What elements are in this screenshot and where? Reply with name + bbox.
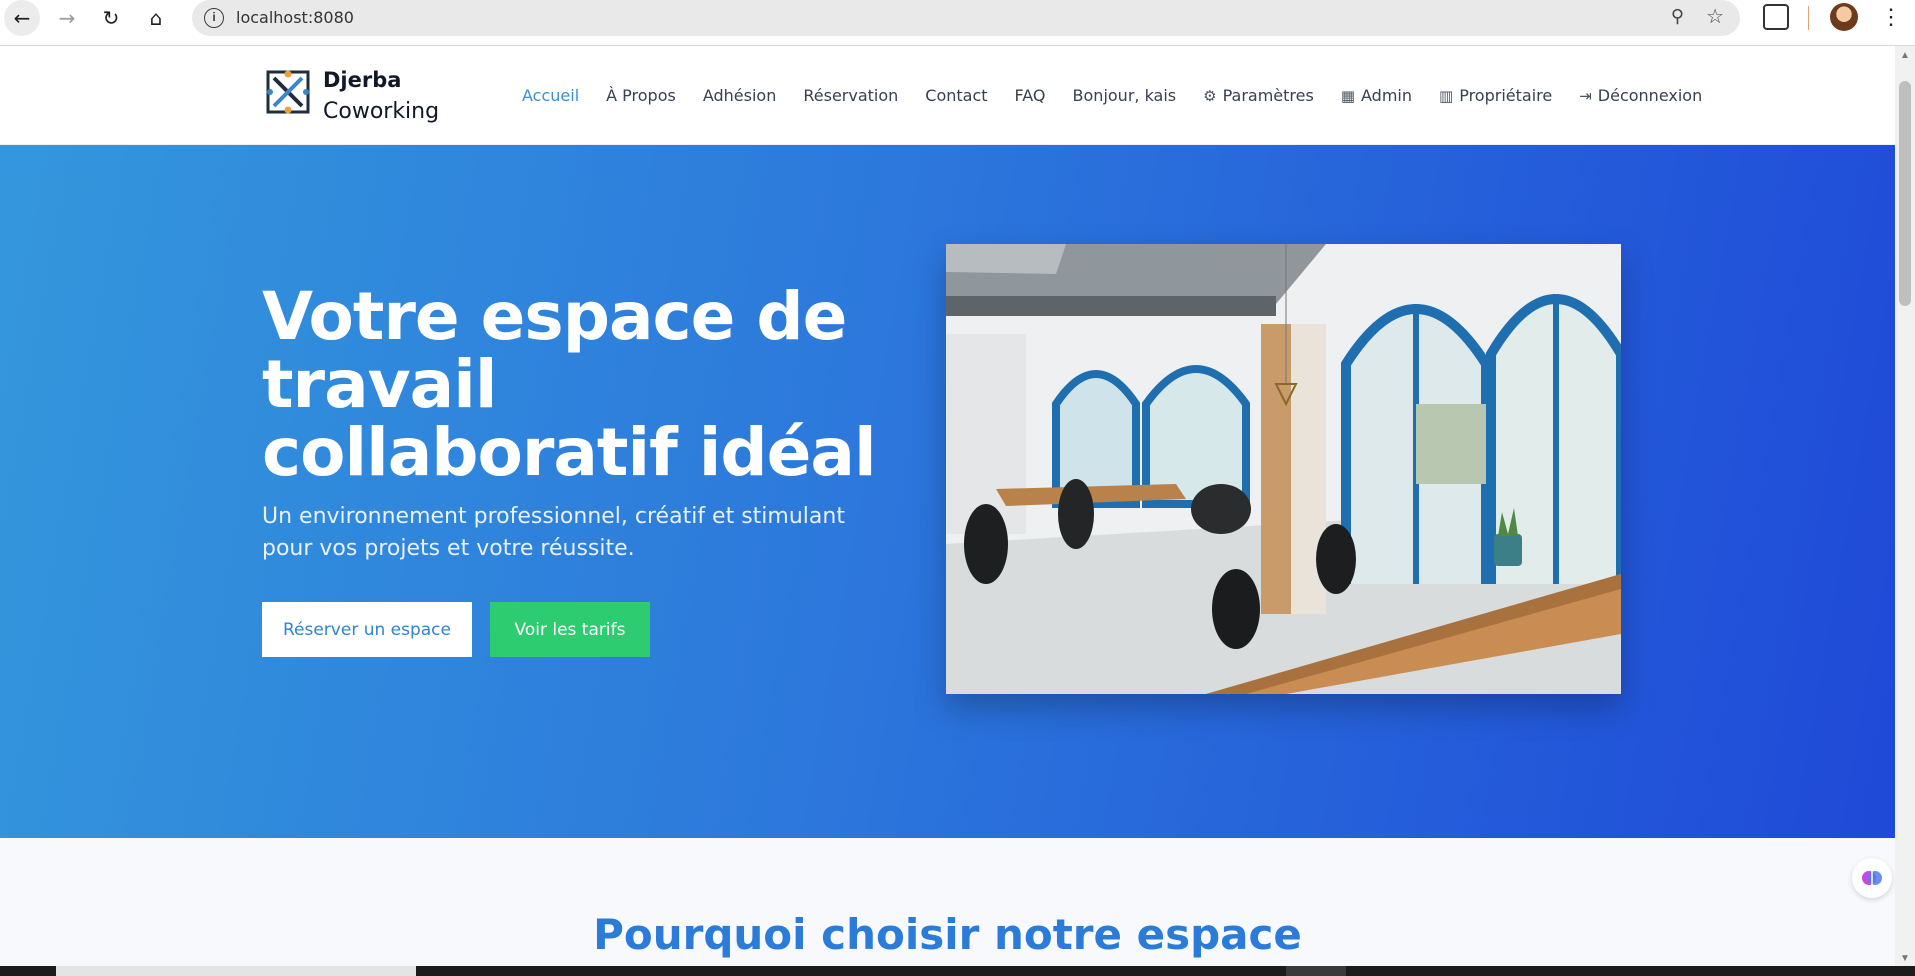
back-arrow-icon[interactable]: ← <box>4 0 40 36</box>
nav-label: Adhésion <box>702 86 777 105</box>
profile-avatar[interactable] <box>1830 3 1858 31</box>
nav-parametres[interactable]: ⚙ Paramètres <box>1203 86 1314 105</box>
scroll-thumb[interactable] <box>1899 81 1911 306</box>
brand-name[interactable]: Djerba <box>323 68 401 92</box>
nav-proprietaire[interactable]: ▥ Propriétaire <box>1439 86 1552 105</box>
toolbar-divider <box>1808 6 1809 30</box>
star-icon[interactable]: ☆ <box>1706 4 1724 29</box>
building-icon: ▥ <box>1439 86 1454 105</box>
scroll-up-icon[interactable]: ▲ <box>1900 50 1910 61</box>
hero-subtitle: Un environnement professionnel, créatif … <box>262 504 845 561</box>
hero-title: Votre espace de travail collaboratif idé… <box>262 278 877 491</box>
nav-label: Réservation <box>803 86 899 105</box>
nav-label: Contact <box>925 86 988 105</box>
forward-arrow-icon[interactable]: → <box>49 0 85 36</box>
hero-section: Votre espace de travail collaboratif idé… <box>0 145 1895 838</box>
logout-icon: ⇥ <box>1579 86 1592 105</box>
site-header: Djerba Coworking Accueil À Propos Adhési… <box>0 46 1895 145</box>
nav-faq[interactable]: FAQ <box>1015 86 1046 105</box>
nav-label: À Propos <box>606 86 676 105</box>
gear-icon: ⚙ <box>1203 86 1217 105</box>
nav-a-propos[interactable]: À Propos <box>606 86 676 105</box>
menu-icon[interactable]: ⋮ <box>1880 4 1902 30</box>
taskbar-strip <box>0 966 1915 976</box>
nav-label: Bonjour, kais <box>1072 86 1177 105</box>
logo-icon[interactable] <box>266 66 310 118</box>
reserve-space-button[interactable]: Réserver un espace <box>262 602 472 657</box>
page-scrollbar[interactable]: ▲ ▼ <box>1895 46 1915 968</box>
coworking-photo-illustration <box>946 244 1621 694</box>
nav-deconnexion[interactable]: ⇥ Déconnexion <box>1579 86 1702 105</box>
brand-subtitle[interactable]: Coworking <box>323 99 439 124</box>
dashboard-icon: ▦ <box>1340 86 1356 105</box>
nav-user-greeting[interactable]: Bonjour, kais <box>1073 86 1177 105</box>
address-bar[interactable]: i localhost:8080 ⚲ ☆ <box>192 0 1740 36</box>
url-text[interactable]: localhost:8080 <box>236 8 354 27</box>
why-choose-section: Pourquoi choisir notre espace <box>0 838 1895 968</box>
nav-contact[interactable]: Contact <box>925 86 987 105</box>
nav-accueil[interactable]: Accueil <box>522 86 579 105</box>
nav-admin[interactable]: ▦ Admin <box>1341 86 1412 105</box>
nav-label: Paramètres <box>1222 86 1314 105</box>
taskbar-item[interactable] <box>1286 966 1346 976</box>
main-nav: Accueil À Propos Adhésion Réservation Co… <box>522 86 1729 105</box>
assistant-widget-icon[interactable] <box>1852 858 1892 898</box>
nav-label: Propriétaire <box>1459 86 1553 105</box>
section-title: Pourquoi choisir notre espace <box>593 910 1302 959</box>
browser-toolbar: ← → ↻ ⌂ i localhost:8080 ⚲ ☆ ⋮ <box>0 0 1915 46</box>
reload-icon[interactable]: ↻ <box>93 0 129 36</box>
view-pricing-button[interactable]: Voir les tarifs <box>490 602 650 657</box>
nav-label: FAQ <box>1014 86 1046 105</box>
brain-icon <box>1862 871 1882 885</box>
zoom-icon[interactable]: ⚲ <box>1671 6 1684 27</box>
scroll-down-icon[interactable]: ▼ <box>1900 953 1910 964</box>
nav-reservation[interactable]: Réservation <box>803 86 898 105</box>
extensions-icon[interactable] <box>1763 4 1789 30</box>
nav-label: Déconnexion <box>1597 86 1703 105</box>
nav-label: Admin <box>1361 86 1413 105</box>
nav-adhesion[interactable]: Adhésion <box>703 86 777 105</box>
taskbar-item[interactable] <box>56 966 416 976</box>
coworking-photo <box>946 244 1621 694</box>
nav-label: Accueil <box>522 86 580 105</box>
info-icon[interactable]: i <box>204 8 224 28</box>
home-icon[interactable]: ⌂ <box>138 0 174 36</box>
